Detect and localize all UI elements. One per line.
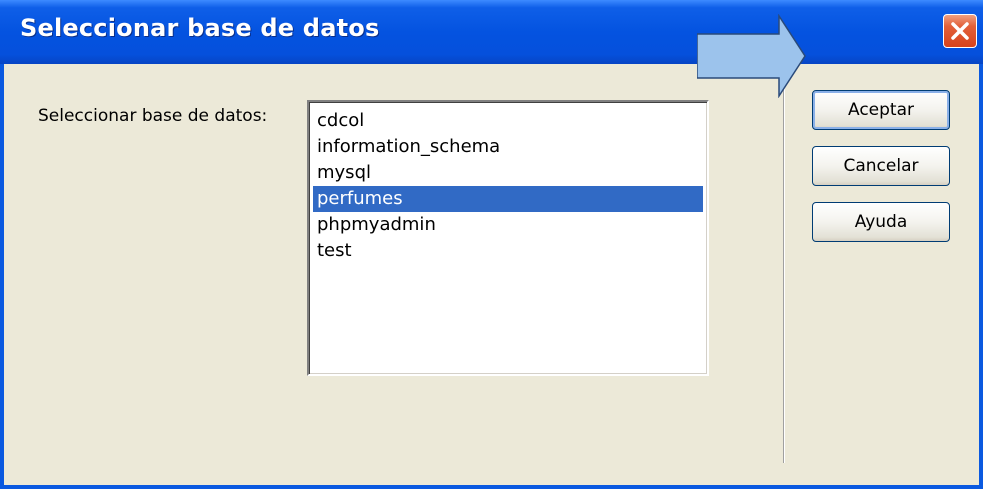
dialog-body: Seleccionar base de datos: cdcol informat… xyxy=(4,64,979,485)
database-item-mysql[interactable]: mysql xyxy=(313,160,703,186)
database-item-phpmyadmin[interactable]: phpmyadmin xyxy=(313,212,703,238)
database-label: Seleccionar base de datos: xyxy=(38,106,268,126)
database-listbox[interactable]: cdcol information_schema mysql perfumes phpm… xyxy=(307,100,709,376)
database-item-cdcol[interactable]: cdcol xyxy=(313,108,703,134)
help-button[interactable]: Ayuda xyxy=(812,202,950,242)
database-item-information-schema[interactable]: information_schema xyxy=(313,134,703,160)
database-list: cdcol information_schema mysql perfumes phpm… xyxy=(313,108,703,264)
arrow-right-icon xyxy=(697,14,806,98)
window-title: Seleccionar base de datos xyxy=(20,14,380,42)
database-item-perfumes[interactable]: perfumes xyxy=(313,186,703,212)
title-bar[interactable]: Seleccionar base de datos xyxy=(0,0,983,64)
database-item-test[interactable]: test xyxy=(313,238,703,264)
close-button[interactable] xyxy=(943,14,977,48)
close-icon xyxy=(951,22,969,40)
separator-line xyxy=(783,78,785,463)
accept-button[interactable]: Aceptar xyxy=(812,90,950,130)
cancel-button[interactable]: Cancelar xyxy=(812,146,950,186)
dialog-window: Seleccionar base de datos Seleccionar ba… xyxy=(0,0,983,489)
